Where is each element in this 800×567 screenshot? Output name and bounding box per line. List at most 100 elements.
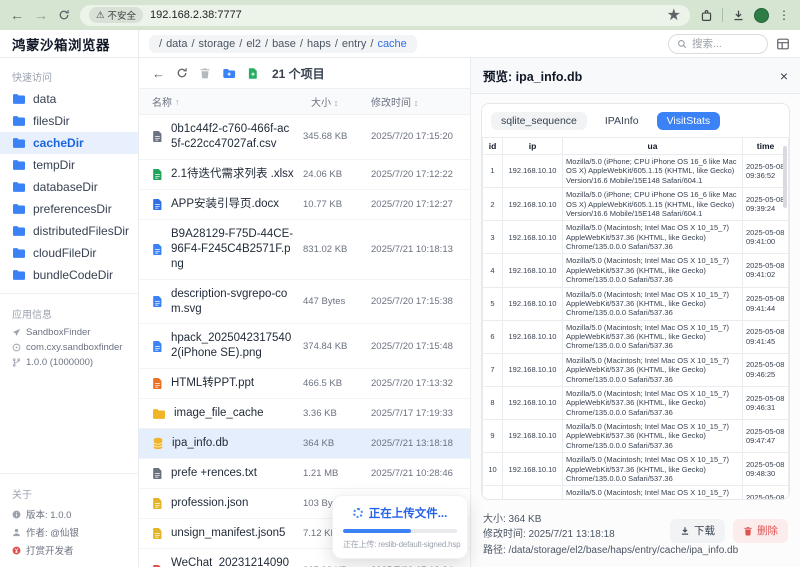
- table-row: 7 192.168.10.10 Mozilla/5.0 (Macintosh; In…: [482, 352, 789, 387]
- meta-row[interactable]: 打赏开发者: [0, 541, 138, 559]
- file-size: 3.36 KB: [303, 408, 337, 420]
- new-folder-icon[interactable]: [222, 67, 236, 80]
- sidebar-item-preferencesDir[interactable]: preferencesDir: [0, 198, 138, 220]
- upload-file-icon[interactable]: [247, 67, 259, 80]
- cell-time: 2025-05-08 09:41:02: [742, 253, 789, 288]
- folder-icon: [12, 181, 26, 193]
- file-list-panel: ← 21 个项目 名称 ↑ 大小 ↕ 修改时间 ↕ 0b1c44f2-c760-…: [139, 58, 470, 567]
- sort-asc-icon[interactable]: ↑: [175, 97, 180, 107]
- download-label: 下载: [694, 524, 715, 537]
- security-badge[interactable]: ⚠ 不安全: [89, 7, 144, 23]
- breadcrumb-segment[interactable]: haps: [307, 38, 331, 50]
- column-size[interactable]: 大小: [311, 98, 331, 109]
- file-time: 2025/7/20 17:15:20: [371, 131, 453, 143]
- file-size: 374.84 KB: [303, 340, 348, 352]
- file-name: APP安装引导页.docx: [171, 197, 279, 210]
- breadcrumb-segment[interactable]: data: [166, 38, 187, 50]
- scrollbar-thumb[interactable]: [783, 146, 787, 208]
- file-time: 2025/7/20 17:15:38: [371, 296, 453, 307]
- table-row[interactable]: ipa_info.db 364 KB 2025/7/21 13:18:18: [139, 429, 470, 460]
- sidebar-item-label: cloudFileDir: [33, 246, 97, 260]
- file-time: 2025/7/20 17:15:48: [371, 340, 453, 352]
- sidebar-item-tempDir[interactable]: tempDir: [0, 154, 138, 176]
- breadcrumb: / data / storage / el2/base / haps / entry / cache: [149, 34, 417, 53]
- upload-toast-subtitle: 正在上传: reslib-default-signed.hsp: [343, 540, 461, 549]
- visit-stats-table: id ip ua time 1 192.168.10.10 Mozilla/5.0 (iP…: [482, 137, 789, 499]
- spinner-icon: [352, 508, 363, 518]
- sidebar-item-label: databaseDir: [33, 180, 98, 194]
- table-row[interactable]: prefe +rences.txt 1.21 MB 2025/7/21 10:28:…: [139, 459, 470, 490]
- sort-icon[interactable]: ↕: [414, 98, 419, 108]
- cell-ua: Mozilla/5.0 (Macintosh; Intel Mac OS X 1…: [562, 418, 743, 454]
- refresh-icon[interactable]: [176, 67, 188, 79]
- sidebar-item-cloudFileDir[interactable]: cloudFileDir: [0, 242, 138, 264]
- cell-ua: Mozilla/5.0 (Macintosh; Intel Mac OS X 1…: [562, 220, 743, 255]
- profile-avatar[interactable]: [754, 7, 769, 23]
- table-row[interactable]: 0b1c44f2-c760-466f-ac5f-c22cc47027af.csv…: [139, 115, 470, 160]
- sidebar-item-cacheDir[interactable]: cacheDir: [0, 132, 138, 154]
- bookmark-star-icon[interactable]: ★: [667, 5, 681, 25]
- breadcrumb-segment[interactable]: cache: [377, 38, 406, 50]
- view-grid-icon[interactable]: [776, 37, 790, 51]
- xlsx-file-icon: [152, 168, 163, 181]
- folder-icon: [12, 269, 26, 281]
- browser-refresh-icon[interactable]: [58, 9, 70, 21]
- breadcrumb-segment[interactable]: entry: [342, 38, 366, 50]
- cell-id: 9: [482, 418, 503, 454]
- cell-id: 7: [482, 352, 503, 387]
- sort-icon[interactable]: ↕: [334, 98, 339, 108]
- browser-forward-icon[interactable]: →: [34, 8, 48, 22]
- table-row[interactable]: hpack_20250423175402(iPhone SE).png 374.8…: [139, 324, 470, 370]
- preview-column-time: time: [742, 137, 789, 155]
- column-time[interactable]: 修改时间: [371, 98, 411, 109]
- address-bar[interactable]: ⚠ 不安全 192.168.2.38:7777 ★: [80, 4, 690, 26]
- sidebar-item-filesDir[interactable]: filesDir: [0, 110, 138, 132]
- folder-icon: [12, 137, 26, 149]
- table-row[interactable]: image_file_cache 3.36 KB 2025/7/17 17:19:3…: [139, 399, 470, 430]
- breadcrumb-segment[interactable]: storage: [199, 38, 236, 50]
- tab-VisitStats[interactable]: VisitStats: [656, 112, 721, 130]
- sidebar-item-distributedFilesDir[interactable]: distributedFilesDir: [0, 220, 138, 242]
- close-icon[interactable]: ×: [780, 69, 788, 83]
- version-branch-icon: [12, 358, 21, 367]
- back-icon[interactable]: ←: [152, 66, 165, 81]
- cell-time: 2025-05-08 09:39:24: [742, 187, 789, 222]
- sidebar-item-label: data: [33, 92, 57, 106]
- cell-id: 4: [482, 253, 503, 288]
- sidebar-item-databaseDir[interactable]: databaseDir: [0, 176, 138, 198]
- table-row: 11192.168.10.10Mozilla/5.0 (Macintosh; I…: [482, 485, 789, 499]
- table-row[interactable]: APP安装引导页.docx 10.77 KB 2025/7/20 17:12:27: [139, 190, 470, 220]
- breadcrumb-segment[interactable]: base: [272, 38, 296, 50]
- tab-sqlite_sequence[interactable]: sqlite_sequence: [491, 112, 587, 130]
- sidebar-item-label: distributedFilesDir: [33, 224, 130, 238]
- table-row: 6 192.168.10.10 Mozilla/5.0 (Macintosh; In…: [482, 319, 789, 354]
- browser-menu-icon[interactable]: ⋮: [778, 8, 790, 22]
- delete-button[interactable]: 删除: [733, 518, 788, 543]
- breadcrumb-segment[interactable]: el2: [246, 38, 261, 50]
- cell-id: 2: [482, 187, 503, 222]
- about-section: 关于 版本: 1.0.0 作者: @仙银 打赏开发者: [0, 466, 138, 559]
- sidebar-item-bundleCodeDir[interactable]: bundleCodeDir: [0, 264, 138, 286]
- url-text[interactable]: 192.168.2.38:7777: [150, 9, 242, 21]
- folder-icon: [12, 159, 26, 171]
- extensions-icon[interactable]: [700, 9, 713, 22]
- file-name: unsign_manifest.json5: [171, 527, 286, 539]
- docx-file-icon: [152, 198, 163, 211]
- downloads-icon[interactable]: [732, 9, 745, 22]
- delete-trash-icon[interactable]: [199, 67, 211, 79]
- browser-back-icon[interactable]: ←: [10, 8, 24, 22]
- table-row[interactable]: B9A28129-F75D-44CE-96F4-F245C4B2571F.png…: [139, 220, 470, 280]
- table-row[interactable]: 2.1待迭代需求列表 .xlsx 24.06 KB 2025/7/20 17:12:…: [139, 160, 470, 190]
- cell-ua: Mozilla/5.0 (Macintosh; Intel Mac OS X 1…: [562, 319, 743, 354]
- divider: [722, 8, 723, 22]
- sidebar-item-data[interactable]: data: [0, 88, 138, 110]
- folder-icon: [12, 93, 26, 105]
- table-row[interactable]: description-svgrepo-com.svg 447 Bytes 2025…: [139, 280, 470, 325]
- column-name[interactable]: 名称: [152, 94, 172, 109]
- download-button[interactable]: 下载: [670, 518, 725, 543]
- search-box[interactable]: [668, 33, 768, 54]
- preview-table-wrap[interactable]: id ip ua time 1 192.168.10.10 Mozilla/5.0 (iP…: [482, 137, 789, 499]
- search-input[interactable]: [692, 37, 759, 50]
- table-row[interactable]: HTML转PPT.ppt 466.5 KB 2025/7/20 17:13:32: [139, 369, 470, 400]
- tab-IPAInfo[interactable]: IPAInfo: [595, 112, 649, 130]
